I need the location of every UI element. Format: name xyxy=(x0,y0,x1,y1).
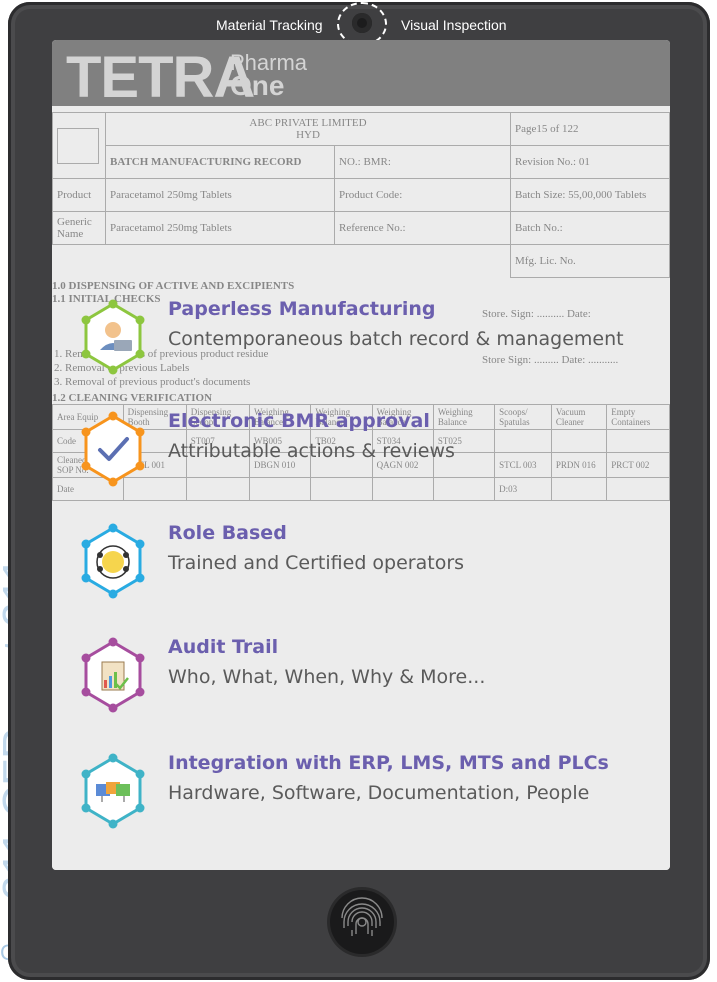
feature-description: Trained and Certified operators xyxy=(168,552,465,574)
fingerprint-icon[interactable] xyxy=(330,890,394,954)
feature-description: Attributable actions & reviews xyxy=(168,440,455,462)
fingerprint-graphic xyxy=(341,897,383,936)
feature-item: Integration with ERP, LMS, MTS and PLCs … xyxy=(78,752,658,832)
role-network-icon xyxy=(78,522,148,602)
material-tracking-label: Material Tracking xyxy=(216,17,323,33)
feature-title: Role Based xyxy=(168,522,287,544)
visual-inspection-label: Visual Inspection xyxy=(401,17,507,33)
tablet-screen: TETRA Pharma One ABC PRIVATE LIMITED HYD … xyxy=(52,40,670,870)
integration-screens-icon xyxy=(78,752,148,832)
feature-item: Electronic BMR approval Attributable act… xyxy=(78,410,658,490)
feature-item: Paperless Manufacturing Contemporaneous … xyxy=(78,298,658,378)
feature-title: Integration with ERP, LMS, MTS and PLCs xyxy=(168,752,609,774)
feature-title: Audit Trail xyxy=(168,636,279,658)
checkmark-icon xyxy=(78,410,148,490)
feature-item: Audit Trail Who, What, When, Why & More.… xyxy=(78,636,658,716)
audit-clipboard-icon xyxy=(78,636,148,716)
camera-icon xyxy=(352,13,372,33)
operator-laptop-icon xyxy=(78,298,148,378)
feature-list: Paperless Manufacturing Contemporaneous … xyxy=(52,40,670,870)
feature-description: Hardware, Software, Documentation, Peopl… xyxy=(168,782,590,804)
feature-title: Paperless Manufacturing xyxy=(168,298,436,320)
feature-title: Electronic BMR approval xyxy=(168,410,430,432)
feature-item: Role Based Trained and Certified operato… xyxy=(78,522,658,602)
feature-description: Contemporaneous batch record & managemen… xyxy=(168,328,624,350)
feature-description: Who, What, When, Why & More... xyxy=(168,666,486,688)
